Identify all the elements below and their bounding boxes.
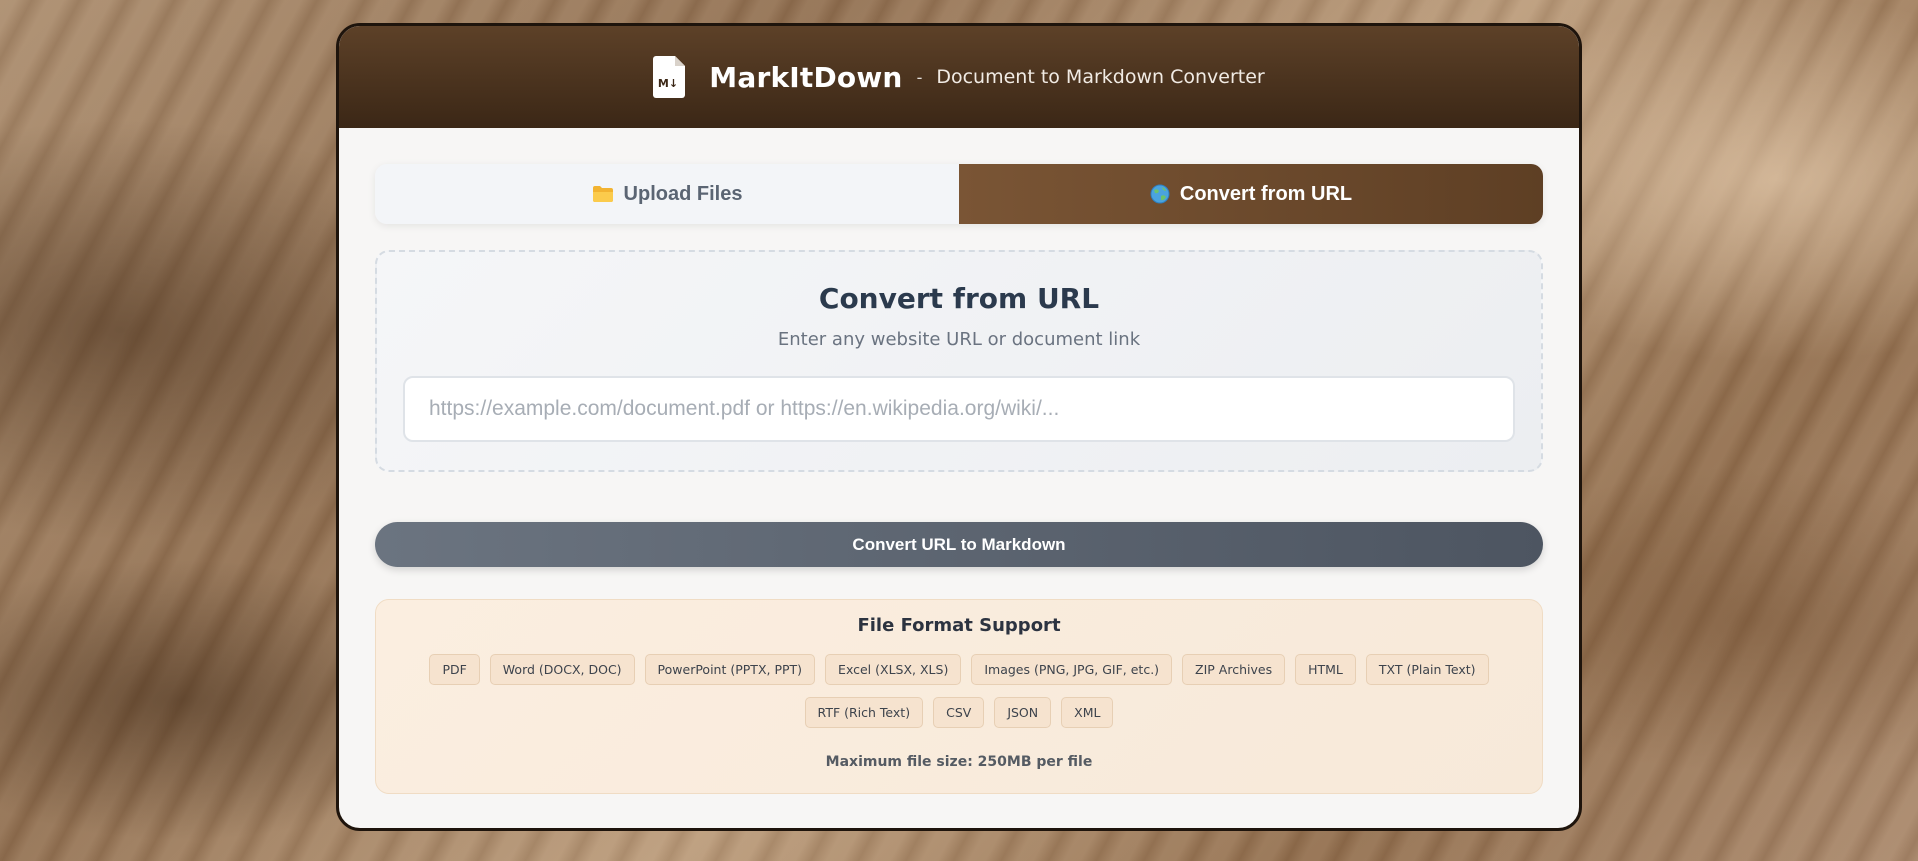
format-badge: Excel (XLSX, XLS) bbox=[825, 654, 962, 685]
url-panel: Convert from URL Enter any website URL o… bbox=[375, 250, 1543, 472]
format-badge: PowerPoint (PPTX, PPT) bbox=[644, 654, 816, 685]
tab-convert-from-url-label: Convert from URL bbox=[1179, 182, 1353, 205]
format-badge: RTF (Rich Text) bbox=[804, 697, 924, 728]
mode-tabs: Upload Files Convert from URL bbox=[375, 164, 1543, 224]
tab-upload-files[interactable]: Upload Files bbox=[375, 164, 959, 224]
format-support-panel: File Format Support PDF Word (DOCX, DOC)… bbox=[375, 599, 1543, 794]
folder-icon bbox=[592, 185, 614, 203]
format-badge: CSV bbox=[933, 697, 985, 728]
url-input[interactable] bbox=[403, 376, 1515, 442]
format-badge: Images (PNG, JPG, GIF, etc.) bbox=[971, 654, 1173, 685]
format-badge: XML bbox=[1061, 697, 1114, 728]
url-panel-subtitle: Enter any website URL or document link bbox=[777, 329, 1141, 350]
format-badge: PDF bbox=[429, 654, 480, 685]
format-badge: ZIP Archives bbox=[1182, 654, 1286, 685]
format-badge: HTML bbox=[1295, 654, 1356, 685]
url-panel-title: Convert from URL bbox=[818, 282, 1100, 315]
format-badge: JSON bbox=[994, 697, 1052, 728]
format-badge: Word (DOCX, DOC) bbox=[489, 654, 635, 685]
app-subtitle: Document to Markdown Converter bbox=[936, 66, 1265, 88]
globe-icon bbox=[1150, 184, 1170, 204]
format-support-title: File Format Support bbox=[857, 615, 1061, 636]
app-title: MarkItDown bbox=[709, 60, 903, 94]
app-header: M↓ MarkItDown - Document to Markdown Con… bbox=[339, 26, 1579, 128]
tab-convert-from-url[interactable]: Convert from URL bbox=[959, 164, 1543, 224]
logo-mark: M↓ bbox=[658, 77, 678, 90]
title-separator: - bbox=[916, 67, 923, 87]
format-badges: PDF Word (DOCX, DOC) PowerPoint (PPTX, P… bbox=[384, 654, 1534, 728]
converter-card: M↓ MarkItDown - Document to Markdown Con… bbox=[336, 23, 1582, 831]
max-file-size-note: Maximum file size: 250MB per file bbox=[825, 754, 1093, 770]
tab-upload-files-label: Upload Files bbox=[623, 182, 743, 205]
main-content: Upload Files Convert from URL Convert fr… bbox=[339, 128, 1579, 794]
format-badge: TXT (Plain Text) bbox=[1365, 654, 1489, 685]
convert-url-button[interactable]: Convert URL to Markdown bbox=[375, 522, 1543, 567]
markdown-file-icon: M↓ bbox=[653, 56, 686, 98]
